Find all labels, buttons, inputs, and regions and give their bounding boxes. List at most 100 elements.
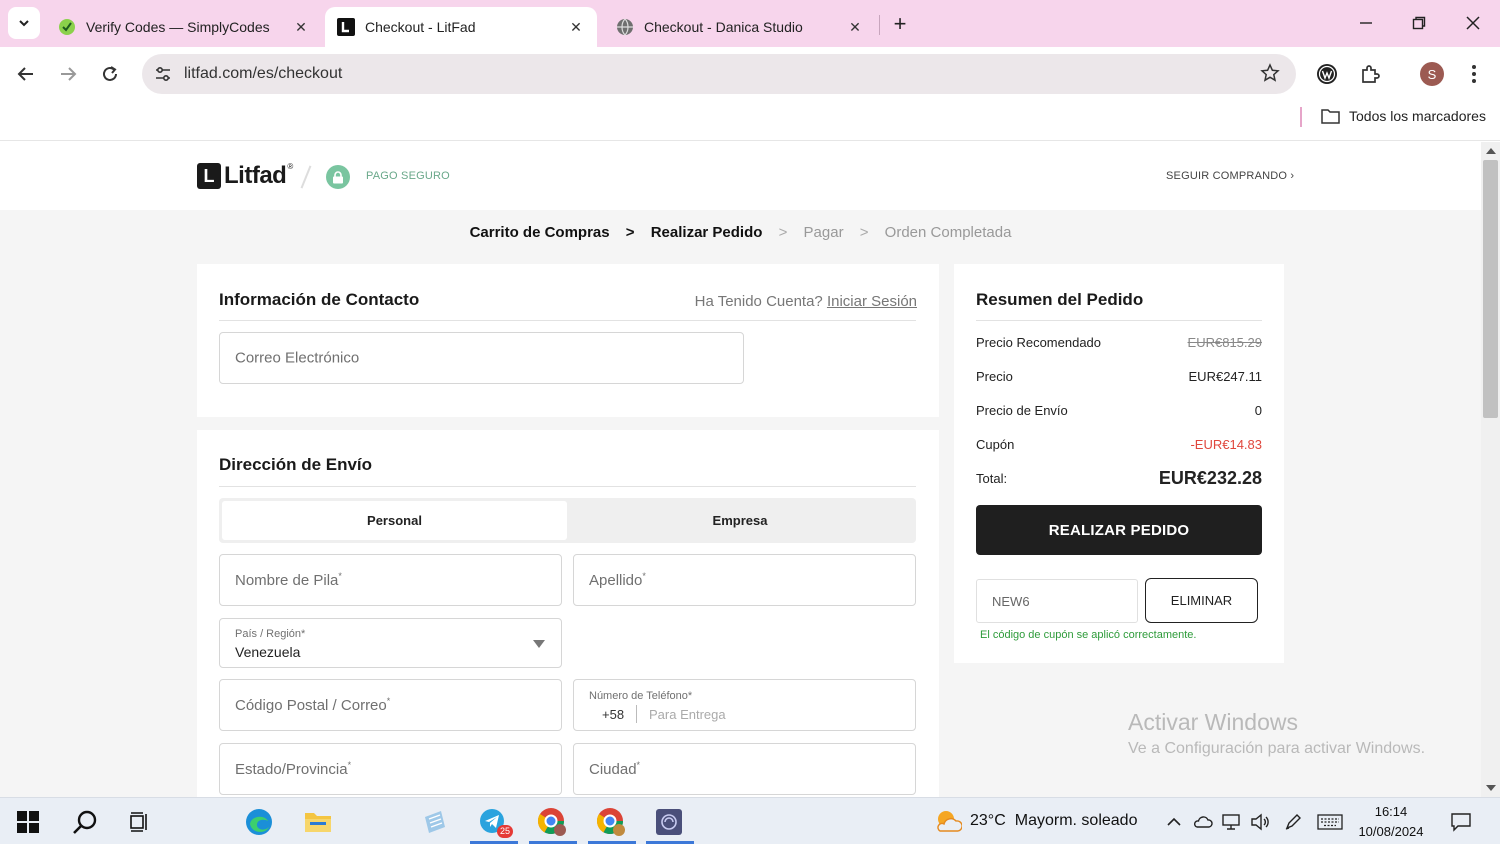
tab-simplycodes[interactable]: Verify Codes — SimplyCodes ✕ [46, 7, 322, 47]
login-link[interactable]: Iniciar Sesión [827, 293, 917, 310]
keep-shopping-link[interactable]: SEGUIR COMPRANDO › [1166, 170, 1294, 182]
bookmark-star-button[interactable] [1260, 63, 1280, 88]
phone-prefix: +58 [602, 707, 625, 722]
email-input[interactable]: Correo Electrónico [219, 332, 744, 384]
tab-close-icon[interactable]: ✕ [567, 18, 585, 36]
tab-close-icon[interactable]: ✕ [846, 18, 864, 36]
wordpress-extension-button[interactable] [1314, 61, 1340, 87]
header-divider [300, 165, 312, 189]
windows-taskbar: 25 23°C Mayorm. soleado 16:14 10/08/2024 [0, 797, 1500, 844]
coupon-code-input[interactable]: NEW6 [976, 579, 1138, 623]
speaker-icon [1251, 813, 1269, 831]
page-viewport: L Litfad ® PAGO SEGURO SEGUIR COMPRANDO … [0, 142, 1481, 797]
tab-business[interactable]: Empresa [567, 501, 913, 540]
coupon-success-message: El código de cupón se aplicó correctamen… [980, 629, 1197, 641]
cloud-icon [1193, 816, 1213, 828]
clock-date: 10/08/2024 [1358, 824, 1424, 839]
logo-text: Litfad [224, 162, 287, 189]
email-placeholder: Correo Electrónico [235, 349, 360, 367]
extensions-button[interactable] [1357, 61, 1383, 87]
tab-close-icon[interactable]: ✕ [292, 18, 310, 36]
step-cart[interactable]: Carrito de Compras [470, 224, 610, 241]
edge-icon [246, 809, 272, 835]
have-account-text: Ha Tenido Cuenta? [694, 293, 823, 310]
litfad-logo[interactable]: L Litfad ® [197, 162, 293, 190]
last-name-placeholder: Apellido* [589, 571, 646, 589]
recommended-label: Precio Recomendado [976, 335, 1102, 350]
chrome-profile-j-taskbar-button[interactable] [593, 804, 629, 840]
scroll-up-icon[interactable] [1486, 148, 1496, 154]
tab-personal[interactable]: Personal [222, 501, 567, 540]
chevron-up-icon [1167, 817, 1181, 826]
caret-down-icon [533, 640, 545, 648]
forward-button[interactable] [53, 59, 83, 89]
country-value: Venezuela [235, 644, 301, 660]
file-explorer-taskbar-button[interactable] [300, 804, 336, 840]
pen-tray-icon[interactable] [1282, 811, 1304, 833]
logo-letter: L [197, 163, 221, 189]
onedrive-tray-icon[interactable] [1192, 811, 1214, 833]
app-taskbar-button[interactable] [651, 804, 687, 840]
puzzle-icon [1362, 65, 1380, 83]
weather-description: Mayorm. soleado [1014, 812, 1138, 829]
chevron-down-icon [19, 20, 29, 27]
section-divider [219, 486, 916, 487]
remove-coupon-button[interactable]: ELIMINAR [1145, 578, 1258, 623]
search-button[interactable] [67, 804, 103, 840]
last-name-input[interactable]: Apellido* [573, 554, 916, 606]
star-icon [1260, 63, 1280, 82]
first-name-input[interactable]: Nombre de Pila* [219, 554, 562, 606]
site-info-button[interactable] [148, 59, 178, 89]
network-tray-icon[interactable] [1220, 811, 1242, 833]
tab-search-button[interactable] [8, 7, 40, 39]
shipping-card: Dirección de Envío Personal Empresa Nomb… [197, 430, 939, 797]
place-order-button[interactable]: REALIZAR PEDIDO [976, 505, 1262, 555]
tab-separator [879, 15, 880, 35]
shipping-value: 0 [1254, 403, 1262, 418]
scroll-thumb[interactable] [1483, 160, 1498, 418]
chrome-profile-s-taskbar-button[interactable] [534, 804, 570, 840]
keyboard-icon [1317, 814, 1343, 830]
back-button[interactable] [11, 59, 41, 89]
all-bookmarks-button[interactable]: Todos los marcadores [1321, 108, 1486, 124]
profile-button[interactable]: S [1419, 61, 1445, 87]
notifications-button[interactable] [1450, 811, 1472, 833]
country-select[interactable]: País / Región* Venezuela [219, 618, 562, 668]
taskbar-clock[interactable]: 16:14 10/08/2024 [1352, 802, 1430, 842]
close-window-button[interactable] [1458, 8, 1488, 38]
state-input[interactable]: Estado/Provincia* [219, 743, 562, 795]
tab-danica-checkout[interactable]: Checkout - Danica Studio ✕ [604, 7, 876, 47]
task-view-button[interactable] [122, 804, 158, 840]
telegram-taskbar-button[interactable]: 25 [475, 804, 513, 840]
restore-icon [1412, 16, 1426, 30]
wordpress-icon [1317, 64, 1337, 84]
tab-litfad-checkout[interactable]: Checkout - LitFad ✕ [325, 7, 597, 47]
chrome-icon [537, 808, 566, 836]
secure-payment-label: PAGO SEGURO [366, 170, 450, 182]
weather-temperature: 23°C [970, 812, 1006, 829]
step-separator: > [778, 224, 788, 241]
phone-input[interactable]: Número de Teléfono* +58 Para Entrega [573, 679, 916, 731]
city-input[interactable]: Ciudad* [573, 743, 916, 795]
postal-code-input[interactable]: Código Postal / Correo* [219, 679, 562, 731]
tune-icon [156, 66, 170, 82]
edge-taskbar-button[interactable] [241, 804, 277, 840]
lock-icon [326, 165, 350, 189]
new-tab-button[interactable]: + [887, 11, 913, 37]
browser-menu-button[interactable] [1461, 61, 1487, 87]
start-button[interactable] [10, 804, 46, 840]
folder-icon [305, 813, 331, 832]
restore-button[interactable] [1404, 8, 1434, 38]
scroll-down-icon[interactable] [1486, 785, 1496, 791]
keyboard-tray-icon[interactable] [1317, 811, 1343, 833]
contact-title: Información de Contacto [219, 290, 420, 309]
minimize-button[interactable] [1351, 8, 1381, 38]
weather-widget[interactable]: 23°C Mayorm. soleado [934, 809, 1137, 833]
summary-row-recommended: Precio Recomendado EUR€815.29 [976, 335, 1262, 350]
page-scrollbar[interactable] [1481, 142, 1500, 797]
address-bar[interactable]: litfad.com/es/checkout [142, 54, 1296, 94]
notepad-taskbar-button[interactable] [416, 804, 452, 840]
show-hidden-icons-button[interactable] [1163, 811, 1185, 833]
volume-tray-icon[interactable] [1249, 811, 1271, 833]
reload-button[interactable] [95, 59, 125, 89]
